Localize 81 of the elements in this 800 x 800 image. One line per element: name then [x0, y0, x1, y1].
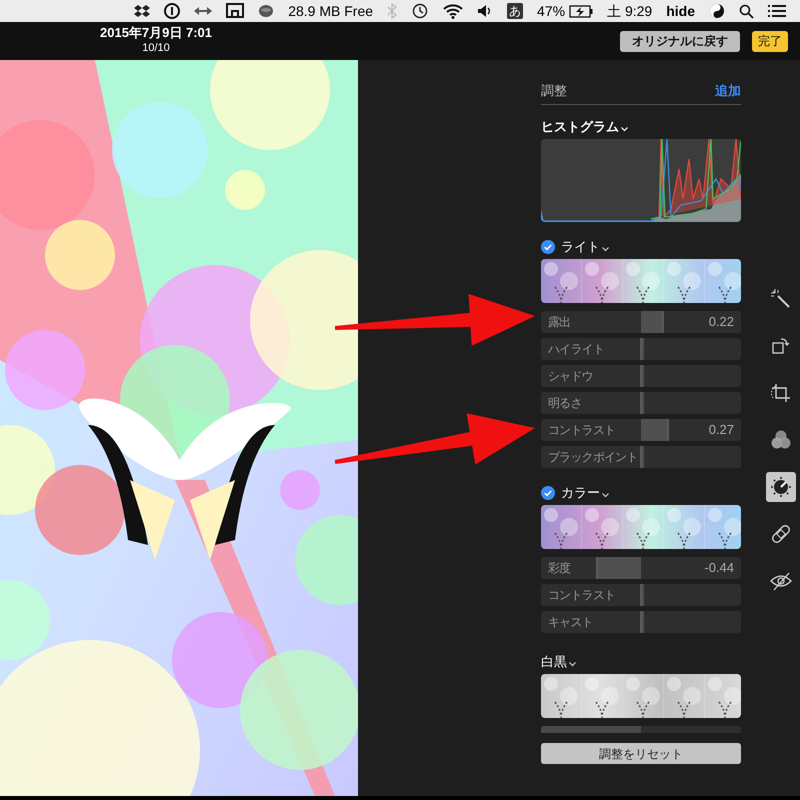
slider-label: キャスト [548, 614, 593, 631]
thumbnail-image [623, 505, 663, 549]
chevron-down-icon[interactable] [602, 492, 609, 498]
input-method-indicator[interactable]: あ [507, 3, 524, 19]
magic-wand-icon [770, 288, 792, 310]
battery-icon[interactable] [569, 4, 594, 18]
screen-icon[interactable] [226, 3, 244, 19]
slider[interactable]: コントラスト [541, 584, 741, 606]
done-button[interactable]: 完了 [752, 30, 788, 52]
yin-yang-icon[interactable] [709, 3, 725, 19]
thumbnail-image [623, 674, 663, 718]
thumbnail-image [582, 259, 622, 303]
slider-fill [641, 311, 663, 333]
double-arrow-icon[interactable] [194, 6, 212, 16]
disk-icon[interactable] [258, 4, 274, 18]
overlapping-circles-icon [770, 429, 792, 451]
list-icon[interactable] [768, 4, 786, 18]
tool-button[interactable] [766, 472, 796, 502]
slider[interactable]: 明るさ [541, 392, 741, 414]
slider[interactable]: キャスト [541, 611, 741, 633]
checkbox[interactable] [541, 240, 555, 254]
panel-title: 調整 [541, 82, 567, 100]
user-name[interactable]: hide [666, 0, 695, 22]
slider-label: ハイライト [548, 341, 604, 358]
slider[interactable]: 彩度 -0.44 [541, 557, 741, 579]
slider-fill [597, 557, 641, 579]
clock[interactable]: 土 9:29 [607, 0, 652, 22]
thumbnail-strip[interactable] [541, 259, 741, 303]
photo-counter: 10/10 [142, 41, 170, 55]
photo-date: 2015年7月9日 7:01 [100, 25, 212, 41]
crop-icon [770, 382, 792, 404]
slider-label: 明るさ [548, 395, 582, 412]
circle-icon[interactable] [164, 3, 180, 19]
wifi-icon[interactable] [443, 4, 464, 18]
slider[interactable]: コントラスト 0.27 [541, 419, 741, 441]
add-button[interactable]: 追加 [715, 80, 741, 100]
slider[interactable]: ハイライト [541, 338, 741, 360]
slider[interactable]: 露出 0.22 [541, 311, 741, 333]
thumbnail-image [705, 674, 741, 718]
box-icon[interactable] [134, 4, 150, 18]
thumbnail-image [623, 259, 663, 303]
thumbnail-strip[interactable] [541, 674, 741, 718]
histogram-menu[interactable]: ヒストグラム [541, 119, 741, 135]
slider-label: 彩度 [548, 560, 570, 577]
thumbnail-image [664, 505, 704, 549]
thumbnail-image [541, 259, 581, 303]
slider-value: 0.27 [708, 421, 734, 440]
reset-button[interactable]: 調整をリセット [541, 743, 741, 764]
revert-button[interactable]: オリジナルに戻す [620, 30, 740, 52]
eye-slash-icon [770, 570, 792, 592]
clock-icon[interactable] [411, 3, 430, 19]
slider[interactable]: シャドウ [541, 365, 741, 387]
slider[interactable]: ブラックポイント [541, 446, 741, 468]
battery-percent: 47% [537, 2, 566, 20]
thumbnail-image [705, 259, 741, 303]
bandage-icon [770, 523, 792, 545]
chevron-down-icon[interactable] [569, 662, 576, 666]
slider-label: シャドウ [548, 368, 593, 385]
thumbnail-image [705, 505, 741, 549]
memory-status: 28.9 MB Free [288, 2, 374, 20]
section-menu[interactable]: 白黒 [541, 652, 576, 672]
thumbnail-image [664, 259, 704, 303]
slider-fill [641, 419, 668, 441]
thumbnail-image [664, 674, 704, 718]
thumbnail-image [582, 674, 622, 718]
section-menu[interactable]: ライト [561, 237, 609, 257]
section-menu[interactable]: カラー [561, 483, 609, 503]
thumbnail-strip[interactable] [541, 505, 741, 549]
thumbnail-image [541, 674, 581, 718]
thumbnail-image [541, 505, 581, 549]
chevron-down-icon[interactable] [602, 246, 609, 252]
slider-value: -0.44 [704, 559, 734, 578]
slider-label: コントラスト [548, 587, 616, 604]
slider-label: ブラックポイント [548, 449, 638, 466]
search-icon[interactable] [739, 4, 754, 18]
thumbnail-image [582, 505, 622, 549]
slider-label: コントラスト [548, 422, 616, 439]
checkbox[interactable] [541, 486, 555, 500]
slider-label: 露出 [548, 314, 570, 331]
slider-value: 0.22 [708, 313, 734, 332]
dial-icon [770, 476, 792, 498]
